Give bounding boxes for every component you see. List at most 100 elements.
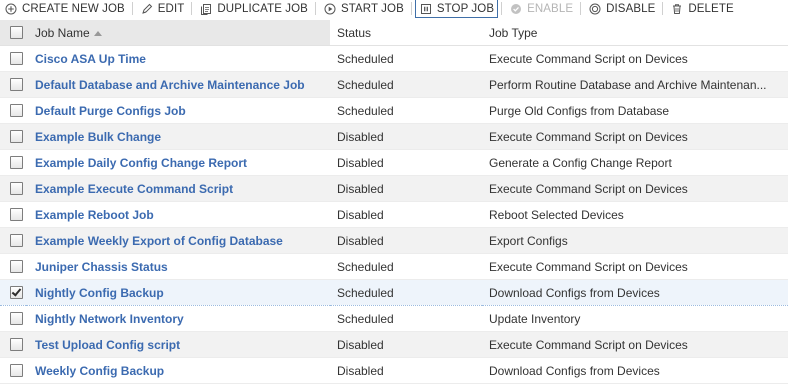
check-circle-icon <box>509 2 523 16</box>
column-header-status[interactable]: Status <box>330 20 482 46</box>
duplicate-job-button[interactable]: DUPLICATE JOB <box>195 0 312 17</box>
job-name-link[interactable]: Example Execute Command Script <box>35 182 233 196</box>
job-name-link[interactable]: Example Reboot Job <box>35 208 154 222</box>
job-type: Purge Old Configs from Database <box>482 97 788 124</box>
table-row[interactable]: Default Purge Configs Job Scheduled Purge … <box>0 97 788 124</box>
job-name-cell: Cisco ASA Up Time <box>26 45 330 72</box>
job-type: Execute Command Script on Devices <box>482 175 788 202</box>
job-name-cell: Example Daily Config Change Report <box>26 149 330 176</box>
row-checkbox[interactable] <box>10 182 23 195</box>
table-row[interactable]: Nightly Network Inventory Scheduled Update… <box>0 305 788 332</box>
job-name-link[interactable]: Default Database and Archive Maintenance… <box>35 78 305 92</box>
job-name-cell: Example Bulk Change <box>26 123 330 150</box>
job-name-link[interactable]: Juniper Chassis Status <box>35 260 168 274</box>
row-checkbox[interactable] <box>10 208 23 221</box>
enable-label: ENABLE <box>527 2 574 15</box>
job-name-link[interactable]: Default Purge Configs Job <box>35 104 186 118</box>
job-type-header-label: Job Type <box>489 25 538 40</box>
enable-button[interactable]: ENABLE <box>505 0 577 17</box>
job-name-link[interactable]: Test Upload Config script <box>35 338 180 352</box>
row-checkbox[interactable] <box>10 78 23 91</box>
select-all-checkbox[interactable] <box>10 26 23 39</box>
table-row[interactable]: Nightly Config Backup Scheduled Download C… <box>0 279 788 306</box>
row-checkbox[interactable] <box>10 104 23 117</box>
toolbar-divider <box>131 2 133 15</box>
row-checkbox-cell <box>0 305 26 332</box>
delete-label: DELETE <box>688 2 734 15</box>
job-name-cell: Test Upload Config script <box>26 331 330 358</box>
create-new-job-button[interactable]: CREATE NEW JOB <box>0 0 129 17</box>
table-header-row: Job Name Status Job Type <box>0 20 788 46</box>
job-type: Perform Routine Database and Archive Mai… <box>482 71 788 98</box>
column-header-job-type[interactable]: Job Type <box>482 20 788 46</box>
job-type: Execute Command Script on Devices <box>482 253 788 280</box>
table-row[interactable]: Example Bulk Change Disabled Execute Comma… <box>0 123 788 150</box>
table-row[interactable]: Example Execute Command Script Disabled Ex… <box>0 175 788 202</box>
job-type: Download Configs from Devices <box>482 279 788 306</box>
row-checkbox[interactable] <box>10 130 23 143</box>
row-checkbox[interactable] <box>10 338 23 351</box>
toolbar-divider <box>191 2 193 15</box>
job-name-cell: Example Execute Command Script <box>26 175 330 202</box>
row-checkbox[interactable] <box>10 234 23 247</box>
toolbar-divider <box>662 2 664 15</box>
disable-circle-icon <box>588 2 602 16</box>
job-name-link[interactable]: Weekly Config Backup <box>35 364 164 378</box>
sort-ascending-icon <box>93 30 102 36</box>
disable-button[interactable]: DISABLE <box>584 0 659 17</box>
job-name-link[interactable]: Nightly Config Backup <box>35 286 164 300</box>
job-name-link[interactable]: Nightly Network Inventory <box>35 312 184 326</box>
job-status: Scheduled <box>330 71 482 98</box>
job-name-link[interactable]: Example Weekly Export of Config Database <box>35 234 283 248</box>
start-job-button[interactable]: START JOB <box>319 0 408 17</box>
job-status: Disabled <box>330 175 482 202</box>
plus-circle-icon <box>4 2 18 16</box>
table-row[interactable]: Test Upload Config script Disabled Execute… <box>0 331 788 358</box>
job-name-cell: Example Weekly Export of Config Database <box>26 227 330 254</box>
job-type: Generate a Config Change Report <box>482 149 788 176</box>
table-row[interactable]: Example Daily Config Change Report Disabl… <box>0 149 788 176</box>
row-checkbox-cell <box>0 279 26 306</box>
row-checkbox-cell <box>0 97 26 124</box>
job-type: Execute Command Script on Devices <box>482 123 788 150</box>
row-checkbox-cell <box>0 227 26 254</box>
pencil-icon <box>140 2 154 16</box>
row-checkbox[interactable] <box>10 156 23 169</box>
row-checkbox-cell <box>0 71 26 98</box>
row-checkbox[interactable] <box>10 260 23 273</box>
trash-icon <box>670 2 684 16</box>
status-header-label: Status <box>337 25 372 40</box>
toolbar-divider <box>410 2 412 15</box>
row-checkbox-cell <box>0 175 26 202</box>
table-row[interactable]: Example Reboot Job Disabled Reboot Selecte… <box>0 201 788 228</box>
toolbar-divider <box>580 2 582 15</box>
job-type: Update Inventory <box>482 305 788 332</box>
column-header-job-name[interactable]: Job Name <box>26 20 330 46</box>
row-checkbox[interactable] <box>10 364 23 377</box>
jobs-table: Job Name Status Job Type Cisco ASA Up Ti… <box>0 20 788 384</box>
job-status: Scheduled <box>330 97 482 124</box>
table-row[interactable]: Juniper Chassis Status Scheduled Execute C… <box>0 253 788 280</box>
table-row[interactable]: Example Weekly Export of Config Database… <box>0 227 788 254</box>
stop-job-label: STOP JOB <box>436 2 495 15</box>
row-checkbox[interactable] <box>10 312 23 325</box>
row-checkbox-cell <box>0 149 26 176</box>
stop-job-button[interactable]: STOP JOB <box>414 0 499 18</box>
job-status: Disabled <box>330 123 482 150</box>
row-checkbox-cell <box>0 123 26 150</box>
job-name-cell: Nightly Config Backup <box>26 279 330 306</box>
table-row[interactable]: Cisco ASA Up Time Scheduled Execute Comman… <box>0 45 788 72</box>
job-type: Execute Command Script on Devices <box>482 331 788 358</box>
job-status: Scheduled <box>330 45 482 72</box>
row-checkbox-cell <box>0 201 26 228</box>
row-checkbox[interactable] <box>10 286 23 299</box>
jobs-table-body: Cisco ASA Up Time Scheduled Execute Comman… <box>0 45 788 384</box>
delete-button[interactable]: DELETE <box>666 0 737 17</box>
job-type: Reboot Selected Devices <box>482 201 788 228</box>
table-row[interactable]: Default Database and Archive Maintenance… <box>0 71 788 98</box>
row-checkbox[interactable] <box>10 52 23 65</box>
job-name-link[interactable]: Cisco ASA Up Time <box>35 52 146 66</box>
job-name-link[interactable]: Example Bulk Change <box>35 130 161 144</box>
job-name-link[interactable]: Example Daily Config Change Report <box>35 156 247 170</box>
edit-button[interactable]: EDIT <box>136 0 189 17</box>
